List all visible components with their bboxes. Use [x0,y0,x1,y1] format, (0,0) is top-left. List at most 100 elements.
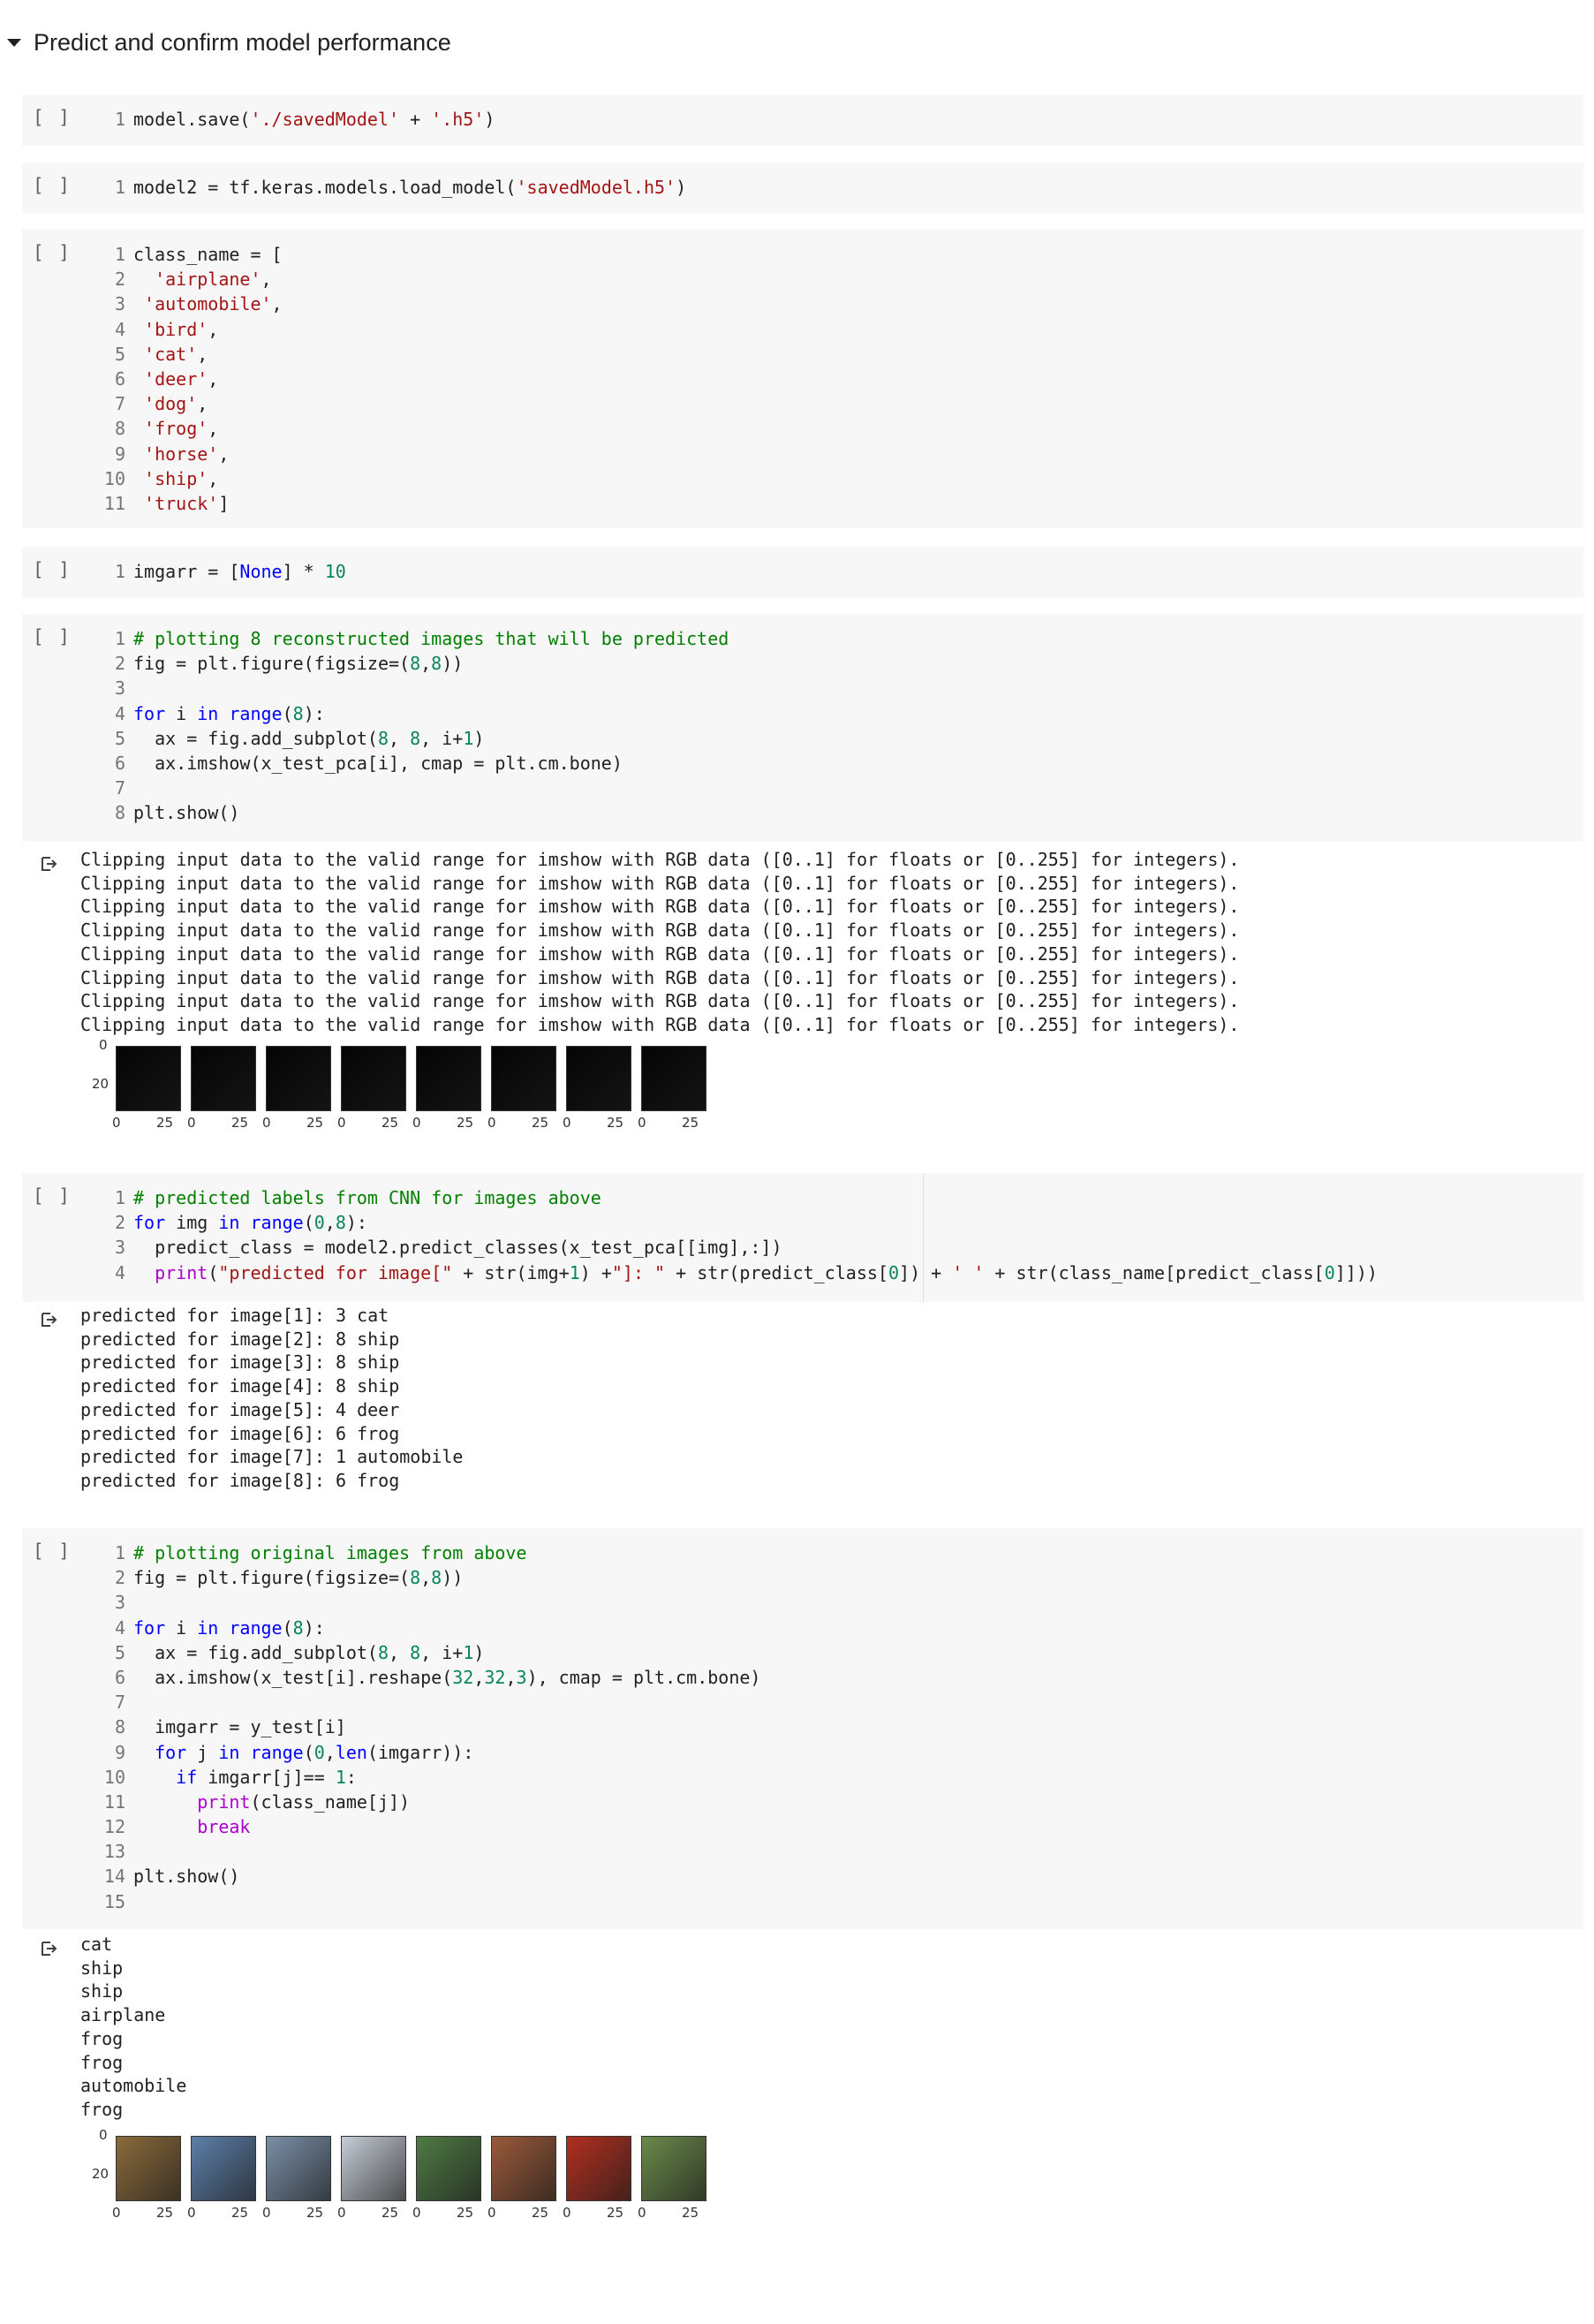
code-token: , [420,653,432,675]
code-line: 9 for j in range(0, len (imgarr)): [86,1740,760,1765]
output-line: Clipping input data to the valid range f… [80,1013,1240,1035]
code-line: 1 # plotting original images from above [86,1541,760,1565]
code-token: 1 [463,727,474,749]
collapse-caret-icon[interactable] [7,38,21,47]
run-cell-button[interactable]: [ ] [33,107,72,128]
code-token: , [389,1641,411,1663]
code-cell[interactable]: [ ] 1 imgarr = [None] * 10 [22,547,1583,598]
code-line: 8 'frog', [86,416,283,441]
x-tick-label: 0 [262,2205,271,2221]
line-number: 2 [114,653,125,675]
output-line: predicted for image[4]: 8 ship [80,1375,400,1397]
code-cell[interactable]: [ ] 1 # plotting 8 reconstructed images th… [22,614,1583,842]
code-line: 7 [86,1690,760,1715]
code-token: 'cat' [144,343,198,365]
code-token: ax.imshow(x_test_pca[i], cmap = plt.cm.b… [133,752,623,774]
line-number: 14 [103,1866,125,1888]
code-token: (imgarr)): [366,1741,474,1763]
code-token: , [261,269,272,291]
image-plot-strip: 0 25 0 25 0 25 0 25 0 25 0 25 0 25 0 25 0 20 [58,1037,721,1131]
code-line: 13 [86,1839,760,1864]
run-cell-button[interactable]: [ ] [33,175,72,196]
run-cell-button[interactable]: [ ] [33,626,72,647]
code-token: for [133,702,166,724]
code-token: , [197,393,208,415]
code-token: 8 [335,1212,346,1234]
code-token: 10 [324,561,346,582]
code-editor[interactable]: 1 imgarr = [None] * 10 [86,559,346,584]
code-editor[interactable]: 1 # predicted labels from CNN for images … [86,1185,1378,1285]
code-line: 6 ax.imshow(x_test_pca[i], cmap = plt.cm… [86,751,729,776]
x-tick-label: 25 [682,1115,699,1131]
code-token: imgarr = [ [133,561,240,582]
x-tick-label: 0 [487,2205,496,2221]
code-token: 0 [888,1261,900,1283]
x-tick-label: 25 [306,2205,324,2221]
code-token: 8 [410,1641,421,1663]
code-line: 3 'automobile', [86,291,283,316]
code-token: 'bird' [144,318,208,340]
run-cell-button[interactable]: [ ] [33,1541,72,1562]
x-tick-label: 0 [112,1115,121,1131]
output-line: Clipping input data to the valid range f… [80,966,1240,988]
line-number: 12 [103,1816,125,1838]
code-line: 1 class_name = [ [86,242,283,267]
line-number: 11 [103,492,125,514]
code-token: 'dog' [144,393,198,415]
code-line: 4 print("predicted for image[" + str(img… [86,1260,1378,1285]
code-token: , [208,467,219,489]
code-token: # plotting 8 reconstructed images that w… [133,628,729,649]
output-icon[interactable] [40,855,57,873]
section-header[interactable]: Predict and confirm model performance [0,16,451,69]
code-line: 4 for i in range(8): [86,701,729,726]
run-cell-button[interactable]: [ ] [33,1185,72,1207]
code-cell[interactable]: [ ] 1 model2 = tf.keras.models.load_model(… [22,163,1583,214]
code-token: 32 [484,1666,506,1688]
code-token: 32 [452,1666,474,1688]
code-editor[interactable]: 1 # plotting 8 reconstructed images that … [86,626,729,826]
line-number: 4 [114,318,125,340]
y-tick-label: 20 [92,2166,110,2182]
output-line: predicted for image[2]: 8 ship [80,1328,400,1350]
y-tick-label: 0 [99,1037,108,1053]
code-token: class_name = [ [133,244,283,265]
code-line: 1 model2 = tf.keras.models.load_model('sa… [86,175,686,200]
code-line: 11 'truck'] [86,491,283,516]
code-token: range [250,1212,304,1234]
plot-image [341,2136,406,2201]
code-editor[interactable]: 1 # plotting original images from above 2 f… [86,1541,761,1914]
output-icon[interactable] [40,1311,57,1329]
plot-image [341,1046,406,1111]
code-line: 1 model.save('./savedModel' + '.h5') [86,107,495,132]
line-number: 2 [114,1212,125,1234]
code-token: '.h5' [431,109,485,130]
code-token: fig = plt.figure(figsize=( [133,1567,411,1589]
code-token: )) [442,653,464,675]
output-line: Clipping input data to the valid range f… [80,942,1240,965]
output-icon[interactable] [40,1940,57,1957]
code-editor[interactable]: 1 class_name = [2 'airplane', 3 'automobil… [86,242,283,516]
run-cell-button[interactable]: [ ] [33,242,72,263]
output-line: Clipping input data to the valid range f… [80,849,1240,870]
line-number: 3 [114,293,125,315]
code-cell[interactable]: [ ] 1 model.save('./savedModel' + '.h5') [22,95,1583,146]
output-line: frog [80,2098,124,2120]
code-token: ( [282,702,293,724]
code-cell[interactable]: [ ] 1 # plotting original images from abov… [22,1528,1583,1929]
code-cell[interactable]: [ ] 1 class_name = [2 'airplane', 3 'automo… [22,230,1583,528]
code-token: , [218,443,230,465]
run-cell-button[interactable]: [ ] [33,559,72,580]
code-token: predict_class = model2.predict_classes(x… [133,1237,782,1259]
code-token: fig = plt.figure(figsize=( [133,653,411,675]
plot-image [566,1046,631,1111]
line-number: 6 [114,1666,125,1688]
code-cell[interactable]: [ ] 1 # predicted labels from CNN for imag… [22,1173,1583,1302]
code-editor[interactable]: 1 model.save('./savedModel' + '.h5') [86,107,495,132]
code-editor[interactable]: 1 model2 = tf.keras.models.load_model('sa… [86,175,686,200]
code-token: range [250,1741,304,1763]
